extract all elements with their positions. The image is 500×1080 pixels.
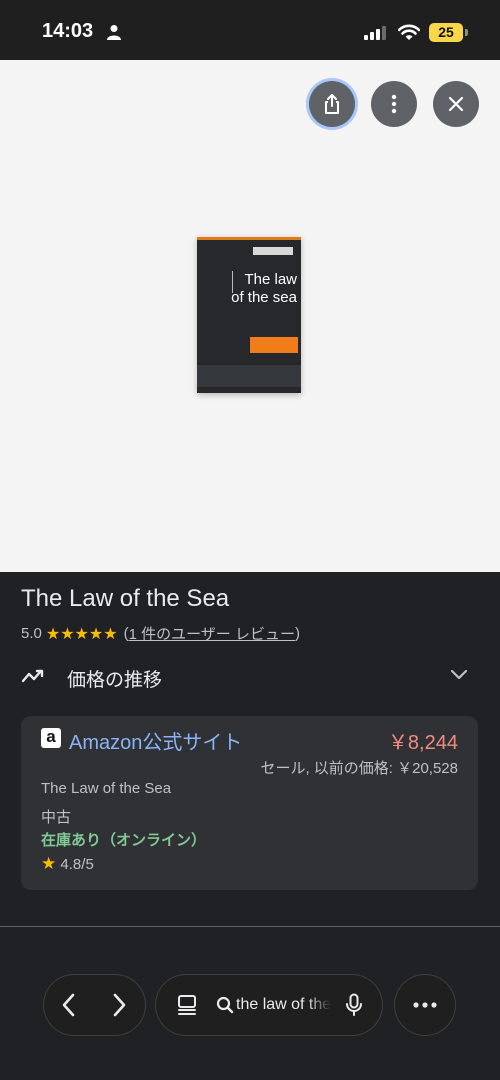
- offer-condition: 中古: [41, 809, 72, 826]
- nav-buttons-group: [44, 975, 145, 1035]
- price-trend-label: 価格の推移: [67, 670, 163, 691]
- status-time: 14:03: [42, 20, 94, 42]
- more-vert-icon: [391, 94, 397, 114]
- star-icon: ★: [41, 854, 57, 873]
- cover-footer: [197, 365, 301, 387]
- share-button[interactable]: [309, 81, 355, 127]
- rating-stars: ★★★★★: [45, 625, 118, 643]
- product-rating: 5.0 ★★★★★ ( 1 件のユーザー レビュー ): [21, 623, 300, 644]
- cover-author-block: [250, 337, 298, 353]
- forward-icon[interactable]: [110, 992, 128, 1018]
- person-icon: [107, 25, 121, 40]
- amazon-logo-icon: a: [41, 728, 61, 748]
- offer-product-title: The Law of the Sea: [41, 780, 172, 797]
- next-section-peek: [22, 948, 162, 954]
- cover-band: [253, 247, 293, 255]
- signal-icon: [364, 26, 386, 40]
- rating-value: 5.0: [21, 625, 42, 642]
- battery-indicator: 25: [429, 23, 463, 42]
- battery-level: 25: [438, 24, 454, 40]
- seller-rating-value: 4.8/5: [60, 856, 94, 873]
- review-close-paren: ): [294, 625, 300, 642]
- search-icon: [216, 996, 234, 1014]
- image-viewer[interactable]: The law of the sea: [0, 60, 500, 572]
- share-icon: [325, 94, 339, 114]
- back-icon[interactable]: [60, 992, 78, 1018]
- wifi-icon: [398, 24, 420, 40]
- cover-title-line1: The law: [244, 271, 297, 288]
- close-button[interactable]: [433, 81, 479, 127]
- reviews-link[interactable]: 1 件のユーザー レビュー: [129, 623, 295, 644]
- cover-stripe: [197, 237, 301, 240]
- product-title: The Law of the Sea: [21, 585, 230, 612]
- menu-button[interactable]: [395, 975, 455, 1035]
- offer-card[interactable]: a Amazon公式サイト ￥8,244 セール, 以前の価格: ￥20,528…: [21, 716, 478, 890]
- tabs-icon[interactable]: [176, 994, 198, 1016]
- address-search-bar[interactable]: the law of the sea: [156, 975, 382, 1035]
- cover-title-line2: of the sea: [231, 289, 297, 306]
- price-trend-row[interactable]: 価格の推移: [0, 655, 500, 699]
- trend-icon: [22, 669, 44, 683]
- section-divider: [0, 926, 500, 927]
- chevron-down-icon[interactable]: [450, 669, 468, 681]
- mic-icon[interactable]: [345, 993, 363, 1017]
- more-options-button[interactable]: [371, 81, 417, 127]
- seller-name[interactable]: Amazon公式サイト: [69, 726, 242, 755]
- sale-note: セール, 以前の価格: ￥20,528: [260, 760, 458, 777]
- close-icon: [448, 96, 464, 112]
- battery-tip: [465, 29, 468, 36]
- stock-status: 在庫あり（オンライン）: [41, 832, 207, 849]
- status-bar: 14:03 25: [0, 0, 500, 60]
- offer-price: ￥8,244: [387, 732, 458, 754]
- more-horiz-icon: [413, 1002, 437, 1008]
- book-cover-image[interactable]: The law of the sea: [197, 237, 301, 393]
- seller-rating: ★ 4.8/5: [41, 854, 94, 874]
- search-query[interactable]: the law of the sea: [236, 996, 331, 1014]
